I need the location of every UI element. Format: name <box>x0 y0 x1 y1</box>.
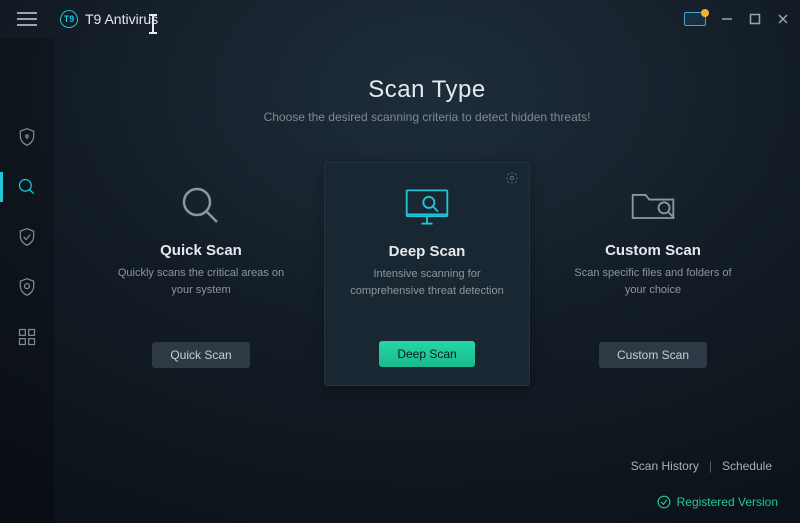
card-desc: Intensive scanning for comprehensive thr… <box>325 266 529 299</box>
registered-text: Registered Version <box>677 495 778 509</box>
custom-scan-button[interactable]: Custom Scan <box>599 342 707 368</box>
sidebar-item-modules[interactable] <box>0 318 54 356</box>
card-quick-scan: Quick Scan Quickly scans the critical ar… <box>98 162 304 386</box>
card-deep-scan: Deep Scan Intensive scanning for compreh… <box>324 162 530 386</box>
card-desc: Scan specific files and folders of your … <box>550 265 756 298</box>
divider: | <box>709 459 712 473</box>
text-cursor-icon <box>152 16 154 32</box>
card-desc: Quickly scans the critical areas on your… <box>98 265 304 298</box>
menu-button[interactable] <box>0 0 54 38</box>
quick-scan-button[interactable]: Quick Scan <box>152 342 249 368</box>
card-title: Deep Scan <box>389 243 466 260</box>
titlebar: T9 T9 Antivirus <box>0 0 800 38</box>
sidebar <box>0 38 54 523</box>
brand-logo-icon: T9 <box>60 10 78 28</box>
card-title: Custom Scan <box>605 242 701 259</box>
scan-history-link[interactable]: Scan History <box>631 459 699 473</box>
registered-badge: Registered Version <box>657 495 778 509</box>
sidebar-item-protection[interactable] <box>0 218 54 256</box>
sidebar-item-security[interactable] <box>0 118 54 156</box>
close-button[interactable] <box>776 12 790 26</box>
sidebar-item-scan[interactable] <box>0 168 54 206</box>
minimize-button[interactable] <box>720 12 734 26</box>
schedule-link[interactable]: Schedule <box>722 459 772 473</box>
promo-badge-icon[interactable] <box>684 12 706 26</box>
app-name: T9 Antivirus <box>85 11 158 27</box>
monitor-scan-icon <box>403 185 451 229</box>
card-custom-scan: Custom Scan Scan specific files and fold… <box>550 162 756 386</box>
card-title: Quick Scan <box>160 242 242 259</box>
page-subtitle: Choose the desired scanning criteria to … <box>264 110 591 124</box>
page-title: Scan Type <box>368 76 485 104</box>
deep-scan-button[interactable]: Deep Scan <box>379 341 474 367</box>
main-content: Scan Type Choose the desired scanning cr… <box>54 38 800 523</box>
scan-cards: Quick Scan Quickly scans the critical ar… <box>54 162 800 386</box>
brand: T9 T9 Antivirus <box>60 10 158 28</box>
magnifier-icon <box>177 184 225 228</box>
gear-icon[interactable] <box>505 171 519 185</box>
folder-scan-icon <box>629 184 677 228</box>
sidebar-item-firewall[interactable] <box>0 268 54 306</box>
maximize-button[interactable] <box>748 12 762 26</box>
window-controls <box>684 12 790 26</box>
footer-links: Scan History | Schedule <box>631 459 772 473</box>
